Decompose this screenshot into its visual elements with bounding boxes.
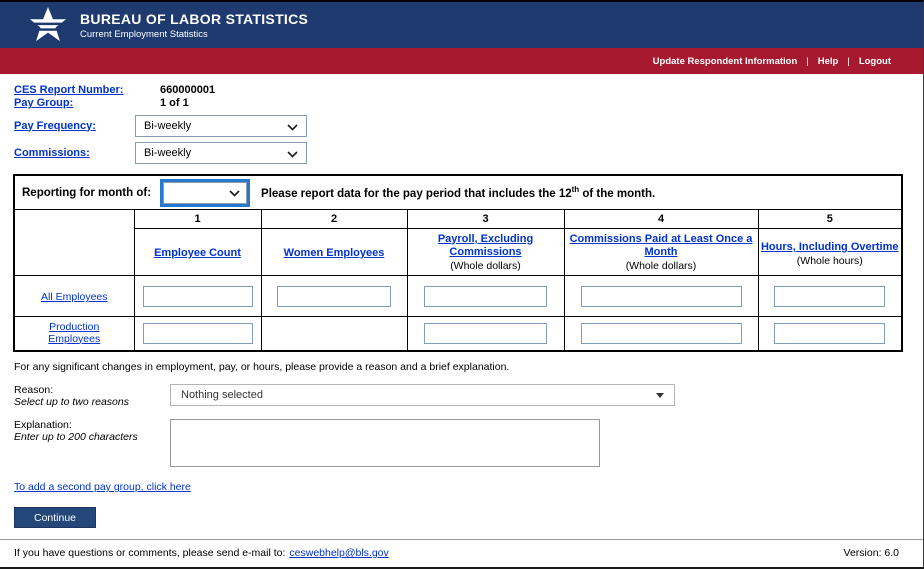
version-label: Version: 6.0 (844, 547, 899, 559)
add-pay-group-link[interactable]: To add a second pay group, click here (14, 481, 191, 493)
reason-label: Reason: (14, 384, 170, 396)
column-note: (Whole dollars) (567, 260, 756, 272)
header-bar: BUREAU OF LABOR STATISTICS Current Emplo… (0, 2, 923, 48)
commissions-value: Bi-weekly (144, 147, 191, 160)
all-employees-women-input[interactable] (277, 286, 391, 307)
reporting-month-row: Reporting for month of: Please report da… (14, 175, 902, 210)
reason-select[interactable]: Nothing selected (170, 384, 675, 406)
column-number-1: 1 (134, 210, 261, 229)
explanation-label-block: Explanation: Enter up to 200 characters (14, 419, 170, 443)
update-respondent-link[interactable]: Update Respondent Information (653, 56, 798, 67)
production-hours-input[interactable] (774, 323, 885, 344)
production-payroll-input[interactable] (424, 323, 547, 344)
reporting-instruction: Please report data for the pay period th… (261, 185, 655, 200)
employee-count-link[interactable]: Employee Count (154, 247, 241, 260)
bls-logo-icon (27, 6, 69, 44)
caret-down-icon (656, 393, 664, 398)
ces-report-number-label[interactable]: CES Report Number: (14, 84, 135, 97)
nav-separator: | (806, 56, 808, 67)
column-number-2: 2 (261, 210, 407, 229)
explanation-row: Explanation: Enter up to 200 characters (14, 419, 923, 467)
production-employees-link[interactable]: Production Employees (35, 321, 113, 345)
all-employees-hours-input[interactable] (774, 286, 885, 307)
column-header-employee-count: Employee Count (134, 229, 261, 276)
all-employees-row: All Employees (14, 276, 902, 317)
explanation-label: Explanation: (14, 419, 170, 431)
footer-contact-text: If you have questions or comments, pleas… (14, 547, 389, 559)
report-info-section: CES Report Number: 660000001 Pay Group: … (0, 74, 923, 164)
production-employees-row: Production Employees (14, 317, 902, 352)
all-employees-commissions-input[interactable] (581, 286, 742, 307)
column-numbers-row: 1 2 3 4 5 (14, 210, 902, 229)
commissions-paid-link[interactable]: Commissions Paid at Least Once a Month (567, 233, 756, 259)
commissions-select[interactable]: Bi-weekly (135, 142, 307, 164)
table-corner-cell (14, 210, 134, 276)
utility-nav: Update Respondent Information | Help | L… (0, 48, 923, 74)
column-number-5: 5 (758, 210, 902, 229)
pay-frequency-label[interactable]: Pay Frequency: (14, 120, 135, 133)
column-header-women-employees: Women Employees (261, 229, 407, 276)
ces-report-number-row: CES Report Number: 660000001 (14, 84, 923, 97)
chevron-down-icon (287, 147, 298, 160)
nav-separator: | (847, 56, 849, 67)
pay-frequency-value: Bi-weekly (144, 120, 191, 133)
pay-group-label[interactable]: Pay Group: (14, 97, 135, 110)
all-employees-count-input[interactable] (143, 286, 253, 307)
reporting-month-select[interactable] (163, 182, 247, 204)
production-commissions-input[interactable] (581, 323, 742, 344)
footer-email-link[interactable]: ceswebhelp@bls.gov (289, 547, 388, 559)
commissions-label[interactable]: Commissions: (14, 147, 135, 160)
continue-button[interactable]: Continue (14, 507, 96, 528)
all-employees-link[interactable]: All Employees (41, 291, 108, 303)
logout-link[interactable]: Logout (859, 56, 891, 67)
reason-row: Reason: Select up to two reasons Nothing… (14, 384, 923, 408)
explanation-textarea[interactable] (170, 419, 600, 467)
hours-link[interactable]: Hours, Including Overtime (761, 241, 899, 254)
changes-section: For any significant changes in employmen… (0, 361, 923, 528)
ces-report-number-value: 660000001 (160, 84, 215, 97)
reason-value: Nothing selected (181, 389, 263, 401)
column-headers-row: Employee Count Women Employees Payroll, … (14, 229, 902, 276)
pay-frequency-select[interactable]: Bi-weekly (135, 115, 307, 137)
reason-label-block: Reason: Select up to two reasons (14, 384, 170, 408)
all-employees-payroll-input[interactable] (424, 286, 547, 307)
title-block: BUREAU OF LABOR STATISTICS Current Emplo… (80, 11, 308, 40)
column-note: (Whole dollars) (410, 260, 562, 272)
page: BUREAU OF LABOR STATISTICS Current Emplo… (0, 0, 924, 569)
column-number-3: 3 (407, 210, 564, 229)
women-employees-link[interactable]: Women Employees (284, 247, 385, 260)
column-header-payroll: Payroll, Excluding Commissions (Whole do… (407, 229, 564, 276)
payroll-link[interactable]: Payroll, Excluding Commissions (410, 233, 562, 259)
pay-group-value: 1 of 1 (160, 97, 189, 110)
footer: If you have questions or comments, pleas… (0, 539, 923, 559)
app-title: BUREAU OF LABOR STATISTICS (80, 11, 308, 27)
help-link[interactable]: Help (818, 56, 839, 67)
chevron-down-icon (229, 184, 240, 202)
changes-intro-text: For any significant changes in employmen… (14, 361, 923, 373)
column-number-4: 4 (564, 210, 758, 229)
production-count-input[interactable] (143, 323, 253, 344)
pay-group-row: Pay Group: 1 of 1 (14, 97, 923, 110)
reporting-month-label: Reporting for month of: (22, 187, 151, 199)
column-note: (Whole hours) (761, 255, 900, 267)
column-header-hours: Hours, Including Overtime (Whole hours) (758, 229, 902, 276)
pay-frequency-row: Pay Frequency: Bi-weekly (14, 115, 923, 137)
report-table: Reporting for month of: Please report da… (13, 174, 903, 352)
explanation-note: Enter up to 200 characters (14, 431, 170, 443)
footer-contact-label: If you have questions or comments, pleas… (14, 547, 285, 559)
app-subtitle: Current Employment Statistics (80, 29, 308, 40)
chevron-down-icon (287, 120, 298, 133)
production-employees-label-cell: Production Employees (14, 317, 134, 352)
reason-note: Select up to two reasons (14, 396, 170, 408)
all-employees-label-cell: All Employees (14, 276, 134, 317)
commissions-row: Commissions: Bi-weekly (14, 142, 923, 164)
production-women-cell-empty (261, 317, 407, 352)
column-header-commissions: Commissions Paid at Least Once a Month (… (564, 229, 758, 276)
